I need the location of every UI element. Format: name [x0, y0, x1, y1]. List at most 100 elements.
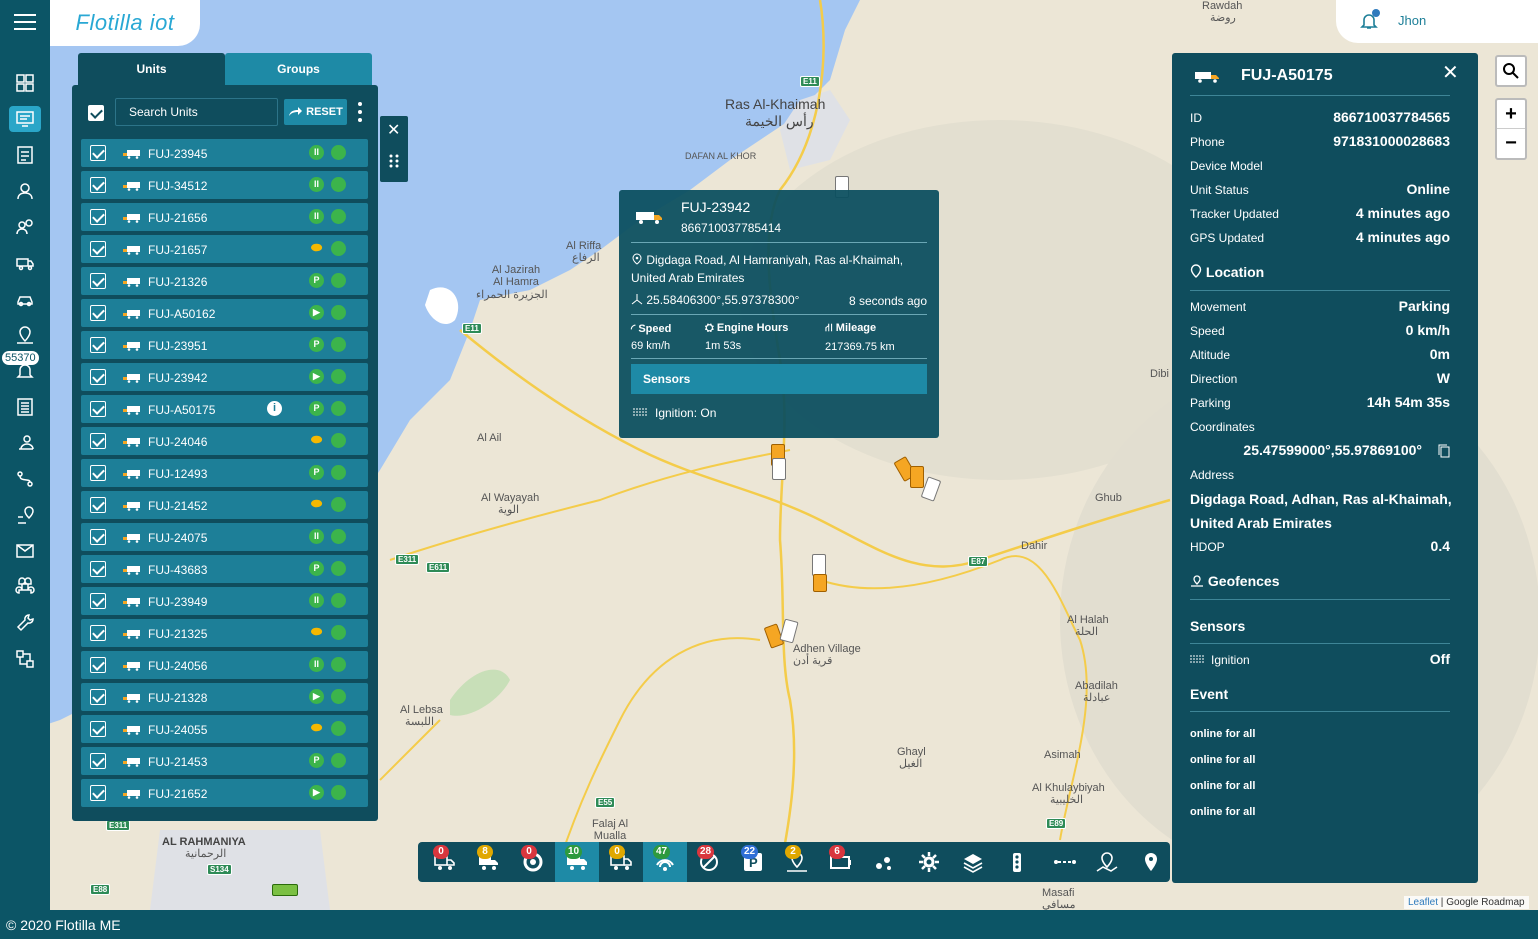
unit-checkbox[interactable]: [90, 209, 106, 225]
zoom-out-button[interactable]: −: [1497, 129, 1525, 158]
battery-button[interactable]: 6: [819, 842, 863, 882]
truck-icon[interactable]: [9, 250, 41, 276]
unit-checkbox[interactable]: [90, 721, 106, 737]
settings-button[interactable]: [907, 842, 951, 882]
mail-icon[interactable]: [9, 538, 41, 564]
users-icon[interactable]: [9, 214, 41, 240]
monitor-icon[interactable]: [9, 106, 41, 132]
unit-checkbox[interactable]: [90, 593, 106, 609]
map-search-button[interactable]: [1495, 55, 1527, 87]
truck-alert-button[interactable]: 8: [467, 842, 511, 882]
unit-row[interactable]: FUJ-43683 P: [81, 555, 368, 583]
unit-checkbox[interactable]: [90, 369, 106, 385]
location-pin-button[interactable]: [1129, 842, 1173, 882]
unit-checkbox[interactable]: [90, 689, 106, 705]
unit-row[interactable]: FUJ-12493 P: [81, 459, 368, 487]
user-name[interactable]: Jhon: [1398, 13, 1426, 28]
unit-checkbox[interactable]: [90, 241, 106, 257]
select-all-checkbox[interactable]: [88, 105, 104, 121]
checklist-icon[interactable]: [9, 142, 41, 168]
unit-row[interactable]: FUJ-21652 ▶: [81, 779, 368, 807]
geofence-icon[interactable]: [9, 322, 41, 348]
unit-row[interactable]: FUJ-21657 ⬬: [81, 235, 368, 263]
unit-checkbox[interactable]: [90, 145, 106, 161]
unit-row[interactable]: FUJ-24075 II: [81, 523, 368, 551]
unit-checkbox[interactable]: [90, 625, 106, 641]
app-logo[interactable]: Flotilla iot: [50, 0, 200, 46]
truck-idle-button[interactable]: 0: [599, 842, 643, 882]
route-pin-icon[interactable]: [9, 502, 41, 528]
unit-row[interactable]: FUJ-23951 P: [81, 331, 368, 359]
close-icon[interactable]: ✕: [1442, 63, 1459, 83]
dashboard-icon[interactable]: [9, 70, 41, 96]
leaflet-link[interactable]: Leaflet: [1408, 897, 1438, 908]
unit-row[interactable]: FUJ-A50162 ▶: [81, 299, 368, 327]
menu-icon[interactable]: [14, 14, 36, 30]
settings-flow-icon[interactable]: [9, 646, 41, 672]
unit-checkbox[interactable]: [90, 561, 106, 577]
unit-row[interactable]: FUJ-21325 ⬬: [81, 619, 368, 647]
unit-checkbox[interactable]: [90, 401, 106, 417]
unit-row[interactable]: FUJ-21656 II: [81, 203, 368, 231]
route-icon[interactable]: [9, 466, 41, 492]
unit-checkbox[interactable]: [90, 273, 106, 289]
unit-row[interactable]: FUJ-24046 ⬬: [81, 427, 368, 455]
command-icon[interactable]: [9, 574, 41, 600]
unit-row[interactable]: FUJ-A50175 i P: [81, 395, 368, 423]
unit-row[interactable]: FUJ-23942 ▶: [81, 363, 368, 391]
report-icon[interactable]: [9, 394, 41, 420]
vehicle-marker[interactable]: [813, 574, 827, 592]
vehicle-marker[interactable]: [812, 554, 826, 576]
signal-button[interactable]: 47: [643, 842, 687, 882]
copy-icon[interactable]: [1438, 444, 1450, 458]
sensors-section-header[interactable]: Sensors: [1190, 618, 1245, 634]
truck-moving-button[interactable]: 10: [555, 842, 599, 882]
search-units-input[interactable]: [115, 98, 278, 126]
wrench-icon[interactable]: [9, 610, 41, 636]
unit-row[interactable]: FUJ-21452 ⬬: [81, 491, 368, 519]
unit-checkbox[interactable]: [90, 657, 106, 673]
unit-checkbox[interactable]: [90, 433, 106, 449]
unit-row[interactable]: FUJ-21453 P: [81, 747, 368, 775]
unit-checkbox[interactable]: [90, 497, 106, 513]
unit-row[interactable]: FUJ-23945 II: [81, 139, 368, 167]
more-options-icon[interactable]: [356, 102, 364, 122]
unit-row[interactable]: FUJ-23949 II: [81, 587, 368, 615]
layers-button[interactable]: [951, 842, 995, 882]
tire-button[interactable]: 0: [511, 842, 555, 882]
unit-checkbox[interactable]: [90, 305, 106, 321]
tab-units[interactable]: Units: [78, 53, 225, 85]
info-icon[interactable]: i: [267, 401, 282, 416]
location-section-header[interactable]: Location: [1190, 264, 1264, 280]
close-panel-icon[interactable]: ✕: [387, 123, 400, 139]
driver-icon[interactable]: [9, 430, 41, 456]
geo-alert-button[interactable]: 2: [775, 842, 819, 882]
unit-checkbox[interactable]: [90, 465, 106, 481]
unit-checkbox[interactable]: [90, 337, 106, 353]
vehicle-marker[interactable]: [772, 458, 786, 480]
vehicle-marker[interactable]: [910, 466, 924, 488]
unit-row[interactable]: FUJ-34512 II: [81, 171, 368, 199]
unit-row[interactable]: FUJ-24055 ⬬: [81, 715, 368, 743]
cluster-button[interactable]: [863, 842, 907, 882]
event-section-header[interactable]: Event: [1190, 686, 1228, 702]
tab-groups[interactable]: Groups: [225, 53, 372, 85]
popup-sensors-header[interactable]: Sensors: [631, 364, 927, 394]
no-signal-button[interactable]: 28: [687, 842, 731, 882]
unit-row[interactable]: FUJ-21328 ▶: [81, 683, 368, 711]
reset-button[interactable]: RESET: [284, 99, 347, 125]
unit-checkbox[interactable]: [90, 785, 106, 801]
unit-row[interactable]: FUJ-24056 II: [81, 651, 368, 679]
route-line-button[interactable]: [1043, 842, 1087, 882]
unit-row[interactable]: FUJ-21326 P: [81, 267, 368, 295]
unit-checkbox[interactable]: [90, 529, 106, 545]
traffic-light-button[interactable]: [995, 842, 1039, 882]
car-icon[interactable]: [9, 286, 41, 312]
vehicle-marker[interactable]: [272, 884, 298, 896]
map-pin-route-button[interactable]: [1085, 842, 1129, 882]
parking-button[interactable]: P 22: [731, 842, 775, 882]
unit-checkbox[interactable]: [90, 177, 106, 193]
user-icon[interactable]: [9, 178, 41, 204]
geofences-section-header[interactable]: Geofences: [1190, 573, 1279, 589]
truck-stopped-button[interactable]: 0: [423, 842, 467, 882]
